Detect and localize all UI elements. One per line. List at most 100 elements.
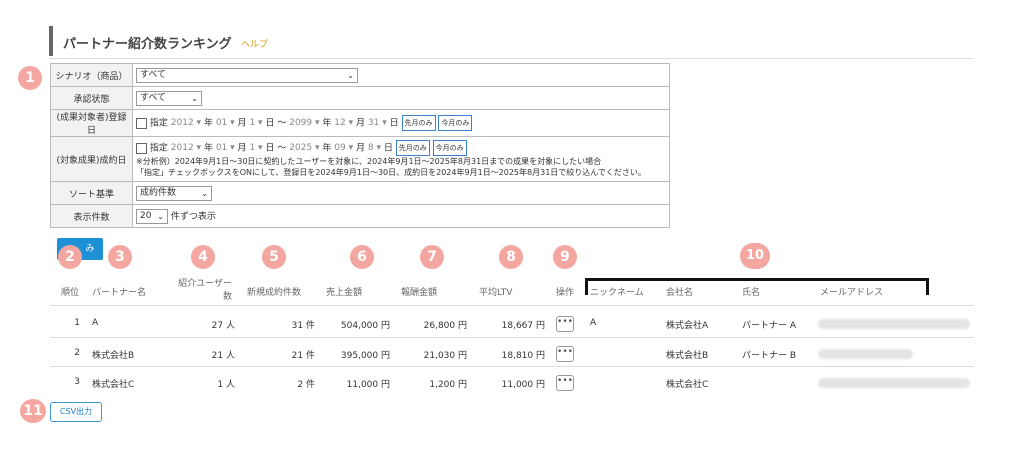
col-sales: 売上金額 [326,288,363,298]
row-company: 株式会社C [666,380,709,390]
reg-from-year-select[interactable]: 2012 ▾ [171,118,201,128]
analysis-note-1: ※分析例）2024年9月1日～30日に契約したユーザーを対象に、2024年9月1… [136,157,602,166]
unit-month: 月 [237,118,247,129]
header-accent-bar [49,26,53,56]
unit-month: 月 [356,118,366,129]
count-label: 表示件数 [50,204,133,228]
annotation-badge-9: 9 [553,245,577,269]
unit-year: 年 [203,143,213,154]
col-nickname: ニックネーム [590,288,644,298]
row-ltv: 18,667 円 [501,321,545,331]
unit-month: 月 [356,143,366,154]
annotation-badge-4: 4 [191,245,215,269]
row-divider [50,366,974,367]
unit-month: 月 [237,143,247,154]
row-rank: 3 [74,377,80,387]
col-company: 会社名 [666,288,694,298]
con-last-month-button[interactable]: 先月のみ [395,140,430,156]
reg-from-day-select[interactable]: 1 ▾ [249,118,262,128]
row-reward: 1,200 円 [429,380,467,390]
reg-to-month-select[interactable]: 12 ▾ [334,118,353,128]
unit-year: 年 [322,118,332,129]
scenario-select[interactable]: すべて ⌄ [136,67,358,83]
row-ltv: 11,000 円 [501,380,545,390]
col-email: メールアドレス [820,288,884,298]
range-tilde: ～ [277,118,287,129]
reg-to-day-select[interactable]: 31 ▾ [368,118,387,128]
row-ltv: 18,810 円 [501,351,545,361]
row-contracts: 31 件 [291,321,315,331]
annotation-badge-11: 11 [20,399,46,423]
con-to-year-select[interactable]: 2025 ▾ [289,143,319,153]
analysis-note-2: 「指定」チェックボックスをONにして、登録日を2024年9月1日～30日、成約日… [136,168,646,177]
sort-select[interactable]: 成約件数 ⌄ [136,185,212,201]
reg-this-month-button[interactable]: 今月のみ [438,115,473,131]
regdate-specify-label: 指定 [149,118,168,129]
row-rank: 1 [74,318,80,328]
count-select[interactable]: 20 ⌄ [136,208,168,224]
col-reward: 報酬金額 [401,288,438,298]
page-header: パートナー紹介数ランキング ヘルプ [49,26,974,59]
row-contracts: 2 件 [297,380,315,390]
table-divider [50,305,974,306]
range-tilde: ～ [277,143,287,154]
annotation-badge-3: 3 [108,245,132,269]
col-ops: 操作 [556,288,575,298]
row-name: パートナー A [742,321,797,331]
contract-specify-checkbox[interactable] [136,142,147,154]
row-partner: 株式会社C [92,380,135,390]
annotation-badge-7: 7 [420,245,444,269]
filter-table: シナリオ（商品） すべて ⌄ 承認状態 すべて ⌄ (成果対象者)登録日 指定 20… [50,63,670,228]
con-to-day-select[interactable]: 8 ▾ [368,143,381,153]
row-referred: 1 人 [217,380,235,390]
row-reward: 26,800 円 [423,321,467,331]
more-options-icon[interactable]: ••• [556,375,574,391]
sort-label: ソート基準 [50,181,133,205]
unit-year: 年 [322,143,332,154]
row-rank: 2 [74,348,80,358]
help-link[interactable]: ヘルプ [241,37,268,50]
col-referred: 紹介ユーザー数 [178,279,232,302]
row-nickname: A [590,318,597,328]
col-rank: 順位 [61,288,80,298]
con-to-month-select[interactable]: 09 ▾ [334,143,353,153]
col-new-contracts: 新規成約件数 [247,288,302,298]
approval-label: 承認状態 [50,86,133,110]
reg-to-year-select[interactable]: 2099 ▾ [289,118,319,128]
reg-last-month-button[interactable]: 先月のみ [401,115,436,131]
col-ltv: 平均LTV [479,288,513,298]
csv-export-button[interactable]: CSV出力 [50,402,102,422]
con-from-month-select[interactable]: 01 ▾ [216,143,235,153]
row-company: 株式会社B [666,351,709,361]
regdate-specify-checkbox[interactable] [136,117,147,129]
contract-label: (対象成果)成約日 [50,136,133,182]
redacted-email [818,378,970,388]
count-suffix: 件ずつ表示 [170,211,216,222]
row-referred: 27 人 [211,321,235,331]
more-options-icon[interactable]: ••• [556,346,574,362]
row-referred: 21 人 [211,351,235,361]
con-from-year-select[interactable]: 2012 ▾ [171,143,201,153]
unit-day: 日 [383,143,393,154]
regdate-label: (成果対象者)登録日 [50,109,133,137]
row-partner: 株式会社B [92,351,135,361]
annotation-badge-10: 10 [740,243,770,269]
approval-select[interactable]: すべて ⌄ [136,90,202,106]
col-name: 氏名 [742,288,761,298]
scenario-label: シナリオ（商品） [50,63,133,87]
row-partner: A [92,318,99,328]
row-divider [50,337,974,338]
more-options-icon[interactable]: ••• [556,316,574,332]
col-partner: パートナー名 [92,288,147,298]
unit-day: 日 [389,118,399,129]
reg-from-month-select[interactable]: 01 ▾ [216,118,235,128]
row-sales: 395,000 円 [340,351,390,361]
annotation-badge-5: 5 [262,245,286,269]
con-from-day-select[interactable]: 1 ▾ [249,143,262,153]
page-title: パートナー紹介数ランキング [63,37,232,52]
row-name: パートナー B [742,351,797,361]
row-sales: 11,000 円 [346,380,390,390]
con-this-month-button[interactable]: 今月のみ [432,140,467,156]
unit-day: 日 [265,143,275,154]
row-company: 株式会社A [666,321,709,331]
